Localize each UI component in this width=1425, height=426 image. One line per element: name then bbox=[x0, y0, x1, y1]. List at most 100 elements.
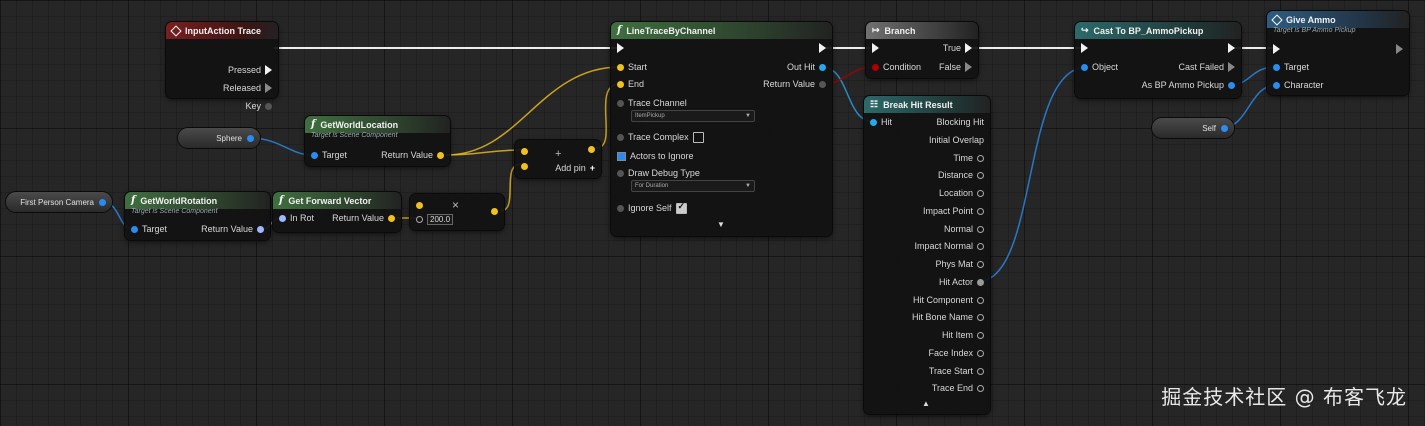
float-pin-icon[interactable] bbox=[416, 215, 423, 223]
location-pin[interactable]: Location bbox=[939, 186, 984, 200]
end-pin[interactable]: End bbox=[617, 77, 644, 91]
blocking-hit-pin[interactable]: Blocking Hit bbox=[936, 115, 984, 129]
int-pin-icon[interactable] bbox=[977, 349, 984, 357]
sphere-variable-node[interactable]: Sphere bbox=[178, 128, 260, 148]
rotator-pin-icon[interactable] bbox=[279, 214, 286, 222]
impact-point-pin[interactable]: Impact Point bbox=[923, 204, 984, 218]
multiply-out[interactable] bbox=[491, 204, 498, 218]
draw-debug-type-select[interactable]: For Duration ▼ bbox=[631, 180, 755, 192]
object-pin-icon[interactable] bbox=[99, 198, 106, 206]
vector-pin-icon[interactable] bbox=[617, 80, 624, 88]
input-action-trace-node[interactable]: InputAction Trace Pressed Released Key bbox=[166, 22, 278, 111]
struct-pin-icon[interactable] bbox=[819, 63, 826, 71]
exec-out-pin[interactable] bbox=[1396, 42, 1403, 56]
exec-pin-icon[interactable] bbox=[265, 65, 272, 75]
exec-pin-icon[interactable] bbox=[1081, 43, 1088, 53]
return-value-pin[interactable]: Return Value bbox=[763, 77, 826, 91]
vector-pin-icon[interactable] bbox=[977, 367, 984, 375]
vector-pin-icon[interactable] bbox=[977, 189, 984, 197]
vector-pin-icon[interactable] bbox=[977, 207, 984, 215]
return-value-pin[interactable]: Return Value bbox=[332, 211, 395, 225]
exec-in-pin[interactable] bbox=[1081, 41, 1088, 55]
line-trace-by-channel-node[interactable]: f LineTraceByChannel Start End Out Hit Re… bbox=[611, 22, 832, 236]
bool-pin-icon[interactable] bbox=[617, 204, 624, 212]
object-pin-icon[interactable] bbox=[1273, 63, 1280, 71]
exec-out-pin[interactable] bbox=[1228, 41, 1235, 55]
trace-start-pin[interactable]: Trace Start bbox=[929, 364, 984, 378]
object-pin[interactable]: Object bbox=[1081, 60, 1118, 74]
released-pin[interactable]: Released bbox=[223, 81, 272, 95]
initial-overlap-pin[interactable]: Initial Overlap bbox=[929, 133, 984, 147]
key-pin-icon[interactable] bbox=[265, 102, 272, 110]
hit-component-pin[interactable]: Hit Component bbox=[913, 293, 984, 307]
object-pin-icon[interactable] bbox=[977, 296, 984, 304]
array-pin-icon[interactable] bbox=[617, 151, 626, 161]
multiply-in-b[interactable]: 200.0 bbox=[416, 212, 454, 226]
trace-complex-checkbox[interactable] bbox=[692, 131, 704, 143]
self-variable-node[interactable]: Self bbox=[1152, 118, 1234, 138]
multiply-value-input[interactable]: 200.0 bbox=[427, 213, 454, 225]
exec-in-pin[interactable] bbox=[617, 41, 624, 55]
name-pin-icon[interactable] bbox=[977, 313, 984, 321]
expand-arrow-icon[interactable]: ▼ bbox=[717, 220, 725, 229]
phys-mat-pin[interactable]: Phys Mat bbox=[935, 257, 984, 271]
bool-pin-icon[interactable] bbox=[819, 80, 826, 88]
enum-pin-icon[interactable] bbox=[617, 99, 624, 107]
actors-to-ignore-pin[interactable]: Actors to Ignore bbox=[617, 149, 694, 163]
condition-pin[interactable]: Condition bbox=[872, 60, 921, 74]
rotator-pin-icon[interactable] bbox=[257, 225, 264, 233]
target-pin-icon[interactable] bbox=[311, 151, 318, 159]
add-in-b[interactable] bbox=[521, 159, 528, 173]
in-rot-pin[interactable]: In Rot bbox=[279, 211, 314, 225]
distance-pin[interactable]: Distance bbox=[938, 168, 984, 182]
vector-pin-icon[interactable] bbox=[521, 147, 528, 155]
target-pin[interactable]: Target bbox=[131, 222, 167, 236]
float-pin-icon[interactable] bbox=[977, 171, 984, 179]
bool-pin-icon[interactable] bbox=[617, 133, 624, 141]
float-pin-icon[interactable] bbox=[977, 154, 984, 162]
vector-pin-icon[interactable] bbox=[977, 384, 984, 392]
exec-in-pin[interactable] bbox=[1273, 42, 1280, 56]
out-hit-pin[interactable]: Out Hit bbox=[787, 60, 826, 74]
break-hit-result-node[interactable]: ☷ Break Hit Result Hit Blocking Hit Initi… bbox=[864, 96, 990, 414]
exec-pin-icon[interactable] bbox=[617, 43, 624, 53]
exec-pin-icon[interactable] bbox=[1228, 43, 1235, 53]
multiply-in-a[interactable] bbox=[416, 198, 423, 212]
add-node[interactable]: + Add pin + bbox=[515, 140, 601, 178]
return-value-pin[interactable]: Return Value bbox=[201, 222, 264, 236]
vector-pin-icon[interactable] bbox=[977, 225, 984, 233]
start-pin[interactable]: Start bbox=[617, 60, 647, 74]
vector-pin-icon[interactable] bbox=[437, 151, 444, 159]
exec-pin-icon[interactable] bbox=[1273, 44, 1280, 54]
ignore-self-pin[interactable]: Ignore Self bbox=[617, 201, 687, 215]
exec-pin-icon[interactable] bbox=[872, 43, 879, 53]
object-pin-icon[interactable] bbox=[1221, 124, 1228, 132]
add-pin-button[interactable]: Add pin + bbox=[555, 161, 595, 175]
trace-complex-pin[interactable]: Trace Complex bbox=[617, 130, 704, 144]
time-pin[interactable]: Time bbox=[953, 151, 984, 165]
bool-pin-icon[interactable] bbox=[872, 63, 879, 71]
vector-pin-icon[interactable] bbox=[977, 242, 984, 250]
vector-pin-icon[interactable] bbox=[588, 145, 595, 153]
enum-pin-icon[interactable] bbox=[617, 169, 624, 177]
key-pin[interactable]: Key bbox=[245, 99, 272, 113]
face-index-pin[interactable]: Face Index bbox=[928, 346, 984, 360]
pressed-pin[interactable]: Pressed bbox=[228, 63, 272, 77]
branch-node[interactable]: ↦ Branch True Condition False bbox=[866, 22, 978, 78]
first-person-camera-variable-node[interactable]: First Person Camera bbox=[6, 192, 112, 212]
vector-pin-icon[interactable] bbox=[491, 207, 498, 215]
vector-pin-icon[interactable] bbox=[388, 214, 395, 222]
vector-pin-icon[interactable] bbox=[521, 162, 528, 170]
add-out[interactable] bbox=[588, 142, 595, 156]
true-pin[interactable]: True bbox=[943, 41, 972, 55]
add-in-a[interactable] bbox=[521, 144, 528, 158]
vector-pin-icon[interactable] bbox=[617, 63, 624, 71]
target-pin-icon[interactable] bbox=[131, 225, 138, 233]
target-pin[interactable]: Target bbox=[1273, 60, 1309, 74]
hit-bone-name-pin[interactable]: Hit Bone Name bbox=[912, 310, 984, 324]
exec-pin-icon[interactable] bbox=[1228, 62, 1235, 72]
object-pin-icon[interactable] bbox=[977, 278, 984, 286]
object-pin-icon[interactable] bbox=[1081, 63, 1088, 71]
get-world-rotation-node[interactable]: f GetWorldRotation Target is Scene Compon… bbox=[125, 192, 270, 240]
get-forward-vector-node[interactable]: f Get Forward Vector In Rot Return Value bbox=[273, 192, 401, 232]
